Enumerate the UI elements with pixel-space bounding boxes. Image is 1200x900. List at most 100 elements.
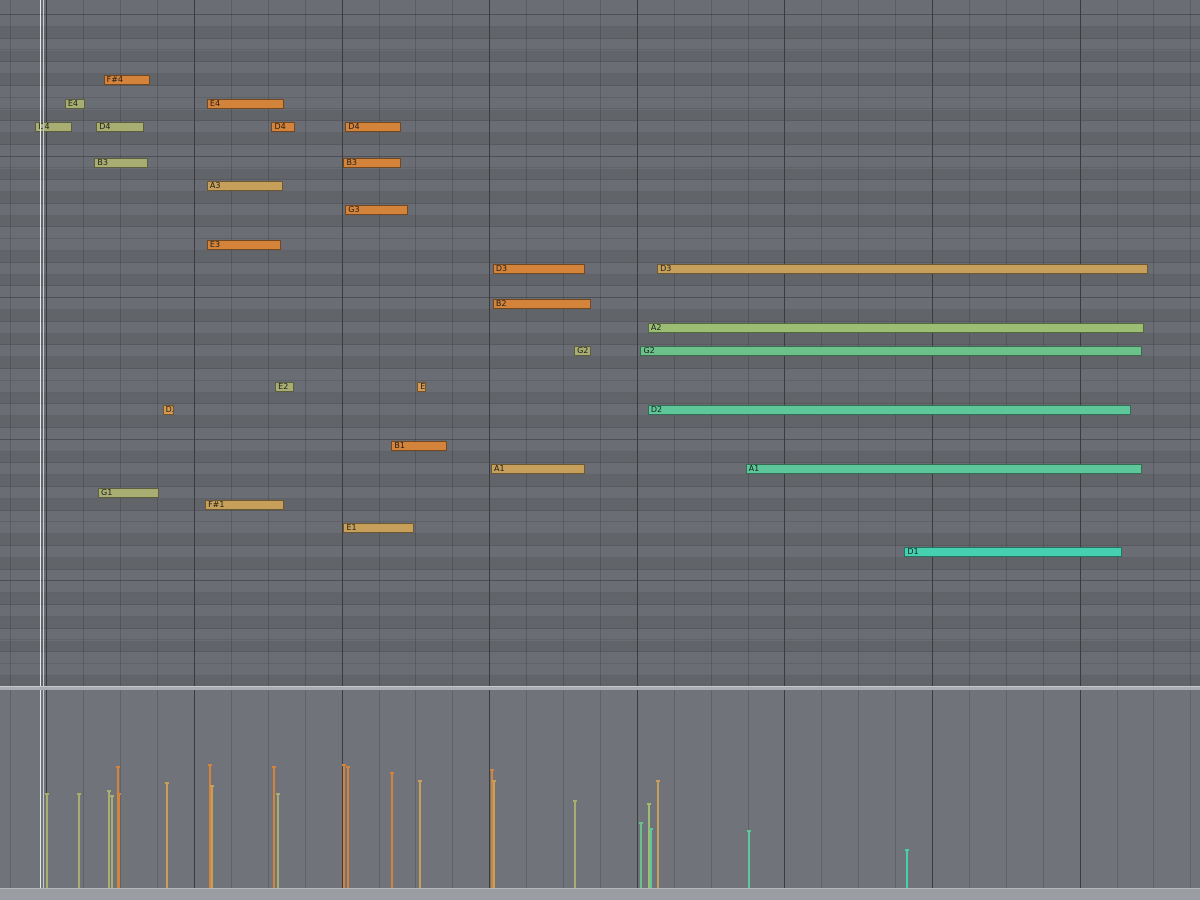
velocity-handle[interactable]	[45, 793, 50, 796]
velocity-bar[interactable]	[45, 793, 50, 888]
velocity-bar[interactable]	[209, 785, 214, 888]
midi-note[interactable]: G3	[345, 204, 408, 215]
velocity-bar[interactable]	[656, 780, 661, 888]
beat-line	[1153, 0, 1154, 686]
horizontal-scrollbar[interactable]	[0, 888, 1200, 900]
velocity-bar[interactable]	[746, 830, 751, 888]
velocity-bar[interactable]	[905, 849, 910, 888]
velocity-handle[interactable]	[491, 780, 496, 783]
midi-note[interactable]: B1	[391, 440, 447, 451]
velocity-bar[interactable]	[342, 764, 347, 888]
velocity-lane[interactable]	[0, 690, 1200, 888]
beat-line	[563, 690, 564, 888]
velocity-handle[interactable]	[109, 794, 114, 797]
midi-note[interactable]: D4	[345, 122, 401, 133]
velocity-handle[interactable]	[646, 802, 651, 805]
velocity-handle[interactable]	[573, 799, 578, 802]
velocity-handle[interactable]	[656, 780, 661, 783]
midi-note[interactable]: E2	[275, 381, 294, 392]
bar-line	[194, 0, 195, 686]
midi-note[interactable]: A1	[745, 464, 1143, 475]
midi-note[interactable]: A2	[647, 322, 1145, 333]
beat-line	[415, 0, 416, 686]
velocity-bar[interactable]	[390, 772, 395, 888]
bar-line	[784, 0, 785, 686]
velocity-handle[interactable]	[418, 780, 423, 783]
velocity-handle[interactable]	[490, 769, 495, 772]
midi-note[interactable]: E4	[206, 98, 285, 109]
velocity-bar[interactable]	[76, 793, 81, 888]
velocity-bar[interactable]	[165, 782, 170, 888]
midi-note[interactable]: D4	[271, 122, 296, 133]
midi-note[interactable]: G1	[98, 488, 159, 498]
velocity-bar[interactable]	[639, 822, 644, 888]
velocity-handle[interactable]	[76, 793, 81, 796]
velocity-handle[interactable]	[905, 849, 910, 852]
velocity-bar[interactable]	[276, 793, 281, 888]
bar-line	[784, 690, 785, 888]
midi-note[interactable]: G2	[574, 346, 591, 357]
piano-roll-editor: F#4 E4 E4 D4 D4 D4 D4 B3 B3 A3 G3 E3 D3 D3 B2 A2 G2 G2 E2 E…	[0, 0, 1200, 900]
velocity-handle[interactable]	[207, 764, 212, 767]
beat-line	[1117, 0, 1118, 686]
midi-note[interactable]: B3	[94, 157, 148, 168]
midi-note[interactable]: E4	[64, 98, 86, 109]
note-label: G1	[101, 488, 113, 497]
midi-note[interactable]: A1	[491, 464, 586, 475]
midi-note[interactable]: G2	[640, 346, 1143, 357]
note-grid[interactable]: F#4 E4 E4 D4 D4 D4 D4 B3 B3 A3 G3 E3 D3 D3 B2 A2 G2 G2 E2 E…	[0, 0, 1200, 686]
note-label: A1	[494, 464, 505, 474]
beat-line	[748, 0, 749, 686]
velocity-playhead-line	[40, 690, 41, 888]
midi-note[interactable]: A3	[206, 181, 283, 192]
velocity-handle[interactable]	[107, 790, 112, 792]
bar-line	[46, 0, 47, 686]
velocity-handle[interactable]	[639, 822, 644, 824]
velocity-handle[interactable]	[209, 785, 214, 788]
midi-note[interactable]: D4	[96, 122, 145, 133]
velocity-bar[interactable]	[117, 793, 122, 888]
note-label: B1	[394, 440, 405, 450]
velocity-handle[interactable]	[648, 828, 653, 831]
velocity-bar[interactable]	[272, 766, 277, 888]
midi-note[interactable]: B3	[343, 157, 401, 168]
midi-note[interactable]: F#4	[103, 75, 150, 85]
velocity-bar[interactable]	[418, 780, 423, 888]
midi-note[interactable]: B2	[492, 299, 591, 310]
velocity-handle[interactable]	[276, 793, 281, 796]
velocity-handle[interactable]	[117, 793, 122, 796]
note-label: D2	[650, 405, 663, 415]
velocity-bar[interactable]	[573, 799, 578, 888]
note-label: D4	[36, 123, 71, 131]
velocity-bar[interactable]	[648, 828, 653, 888]
velocity-bar[interactable]	[109, 794, 114, 888]
beat-line	[895, 0, 896, 686]
note-label: G2	[577, 346, 589, 356]
velocity-handle[interactable]	[746, 830, 751, 832]
note-label: D1	[907, 547, 919, 556]
midi-note[interactable]: D2	[162, 405, 174, 416]
midi-note[interactable]: F#1	[205, 499, 285, 510]
beat-line	[858, 0, 859, 686]
velocity-bar[interactable]	[346, 766, 351, 888]
beat-line	[1153, 690, 1154, 888]
midi-note[interactable]: E3	[206, 240, 281, 251]
beat-line	[674, 690, 675, 888]
playhead-line[interactable]	[40, 0, 41, 686]
midi-note[interactable]: D3	[492, 263, 586, 274]
midi-note[interactable]: D2	[647, 405, 1132, 416]
velocity-handle[interactable]	[272, 766, 277, 768]
beat-line	[1117, 690, 1118, 888]
velocity-bar[interactable]	[491, 780, 496, 888]
midi-note[interactable]: E1	[343, 523, 414, 534]
midi-note[interactable]: D1	[904, 547, 1123, 557]
velocity-handle[interactable]	[346, 766, 351, 768]
note-label: E2	[278, 381, 289, 391]
midi-note[interactable]: E	[417, 381, 426, 392]
velocity-handle[interactable]	[115, 766, 120, 768]
beat-line	[1006, 0, 1007, 686]
velocity-handle[interactable]	[390, 772, 395, 775]
velocity-handle[interactable]	[165, 782, 170, 784]
beat-line	[157, 0, 158, 686]
midi-note[interactable]: D3	[657, 263, 1148, 274]
